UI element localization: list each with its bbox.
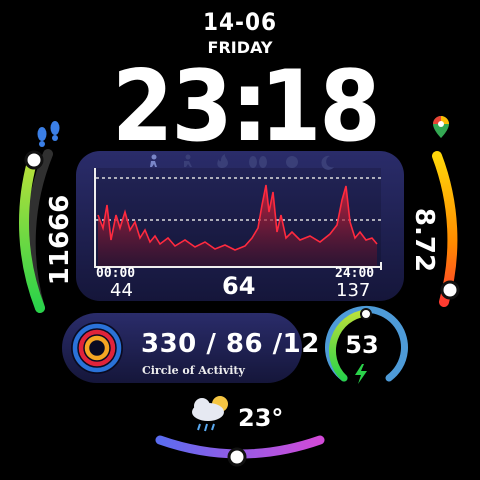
weather-arc-knob <box>227 447 247 467</box>
footsteps-icon <box>37 121 60 147</box>
steps-arc-knob <box>24 150 44 170</box>
partly-cloudy-rain-icon <box>192 396 228 432</box>
hr-end-time: 24:00 <box>335 266 375 281</box>
charging-bolt-icon <box>355 364 367 384</box>
battery-ring-knob <box>360 308 372 320</box>
hr-current-value[interactable]: 64 <box>222 272 255 300</box>
hr-start-time: 00:00 <box>96 266 136 281</box>
hr-max-value: 137 <box>336 280 371 301</box>
activity-values[interactable]: 330 / 86 /12 <box>141 329 320 359</box>
battery-value[interactable]: 53 <box>344 331 380 359</box>
distance-value[interactable]: 8.72 <box>364 180 480 300</box>
map-pin-icon <box>433 116 449 138</box>
time-hours: 23 <box>112 50 233 164</box>
activity-caption: Circle of Activity <box>142 364 245 377</box>
hr-min-value: 44 <box>110 280 133 301</box>
time-minutes: 18 <box>260 50 381 164</box>
temperature-value[interactable]: 23° <box>238 404 283 432</box>
steps-value[interactable]: 11666 <box>0 180 120 300</box>
date-label: 14-06 <box>202 8 278 36</box>
